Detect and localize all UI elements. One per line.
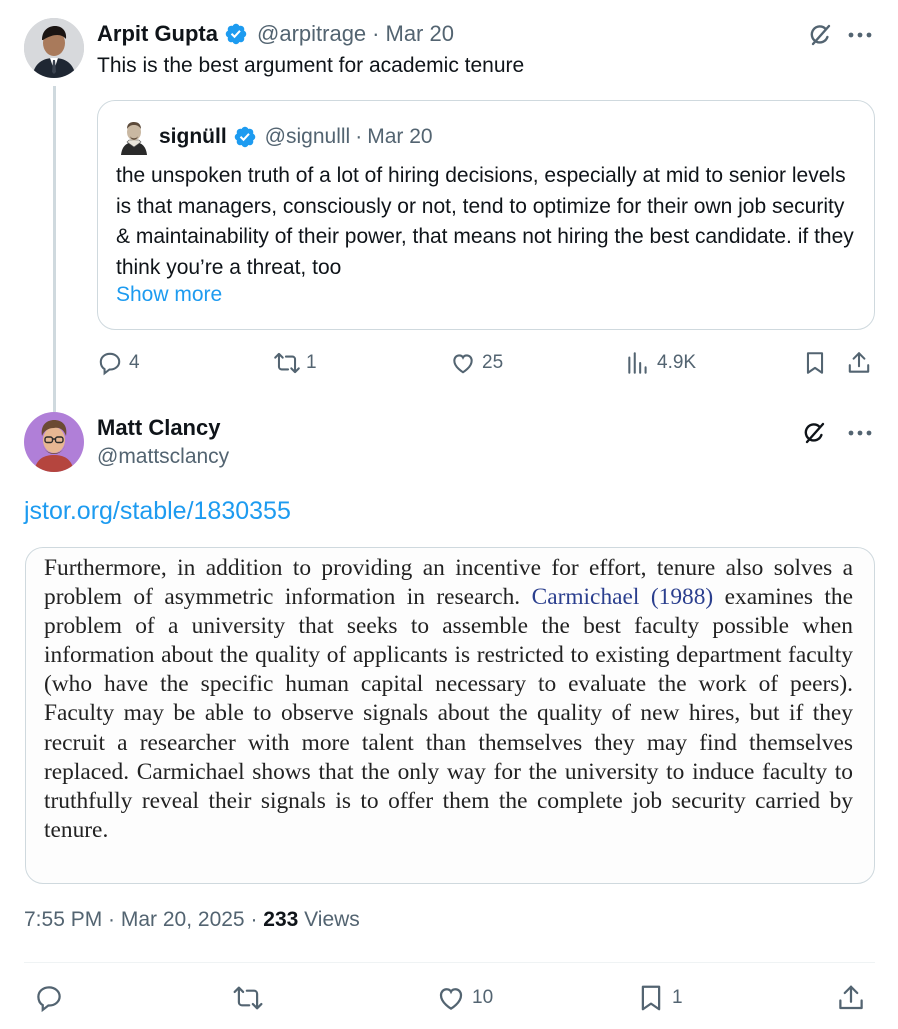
tweet-text: This is the best argument for academic t… <box>97 54 525 77</box>
share-icon <box>839 985 863 1010</box>
views-icon <box>628 352 647 374</box>
author-handle[interactable]: @arpitrage <box>257 21 366 47</box>
quoted-tweet[interactable]: signüll @signulll · Mar 20 the unspoken … <box>97 100 875 330</box>
quote-date[interactable]: Mar 20 <box>367 125 432 149</box>
main-author-name-row: Matt Clancy <box>97 414 220 442</box>
divider <box>24 962 875 963</box>
quote-author-name[interactable]: signüll <box>159 125 227 149</box>
parent-action-bar: 4 1 25 4.9K <box>0 348 898 378</box>
verified-badge-icon <box>224 22 248 46</box>
like-count: 25 <box>482 352 504 373</box>
tweet-timestamp[interactable]: 7:55 PM · Mar 20, 2025 · <box>24 908 263 931</box>
share-icon <box>848 352 870 373</box>
share-button[interactable] <box>846 350 872 376</box>
repost-button[interactable] <box>231 983 265 1013</box>
avatar-arpit[interactable] <box>24 18 84 78</box>
verified-badge-icon <box>233 125 257 149</box>
avatar-signull <box>118 119 150 155</box>
citation-link: Carmichael (1988) <box>531 584 714 611</box>
like-icon <box>453 354 473 374</box>
bookmark-count: 1 <box>672 987 683 1008</box>
show-more-link[interactable]: Show more <box>116 283 222 307</box>
quote-text: the unspoken truth of a lot of hiring de… <box>116 164 854 279</box>
bookmark-icon <box>806 352 824 374</box>
like-count: 10 <box>472 987 494 1008</box>
separator-dot: · <box>372 21 380 46</box>
author-name[interactable]: Matt Clancy <box>97 415 220 441</box>
reply-button[interactable] <box>34 983 64 1013</box>
attached-image[interactable]: Furthermore, in addition to providing an… <box>25 547 875 884</box>
repost-icon <box>274 352 300 374</box>
more-icon[interactable] <box>845 20 875 50</box>
bookmark-button[interactable] <box>802 350 828 376</box>
separator-dot: · <box>355 125 363 148</box>
views-count: 4.9K <box>657 352 697 373</box>
jstor-link[interactable]: jstor.org/stable/1830355 <box>24 497 291 526</box>
reply-count: 4 <box>129 352 140 373</box>
bookmark-button[interactable]: 1 <box>636 983 683 1013</box>
quote-header: signüll @signulll · Mar 20 <box>159 123 433 151</box>
author-handle[interactable]: @mattsclancy <box>97 445 229 469</box>
like-button[interactable]: 10 <box>436 983 493 1013</box>
like-icon <box>439 988 463 1010</box>
repost-icon <box>233 986 263 1010</box>
author-name[interactable]: Arpit Gupta <box>97 21 218 47</box>
main-action-bar: 10 1 <box>0 982 898 1014</box>
parent-header: Arpit Gupta @arpitrage · Mar 20 <box>97 20 454 48</box>
avatar-matt[interactable] <box>24 412 84 472</box>
like-button[interactable]: 25 <box>450 350 503 376</box>
grok-icon[interactable] <box>799 418 829 448</box>
reply-icon <box>37 986 61 1013</box>
repost-button[interactable]: 1 <box>272 350 317 376</box>
views-button[interactable]: 4.9K <box>625 350 696 376</box>
reply-icon <box>99 352 121 376</box>
tweet-date[interactable]: Mar 20 <box>386 21 454 47</box>
grok-icon[interactable] <box>805 20 835 50</box>
views-label: Views <box>298 908 360 931</box>
image-text-part: examines the problem of a university tha… <box>44 584 853 843</box>
repost-count: 1 <box>306 352 317 373</box>
tweet-meta: 7:55 PM · Mar 20, 2025 · 233 Views <box>24 908 360 932</box>
share-button[interactable] <box>836 983 866 1013</box>
image-paper-text: Furthermore, in addition to providing an… <box>44 554 853 845</box>
reply-button[interactable]: 4 <box>97 350 140 376</box>
more-icon[interactable] <box>845 418 875 448</box>
quote-author-handle[interactable]: @signulll <box>265 125 351 149</box>
bookmark-icon <box>641 985 661 1011</box>
views-total: 233 <box>263 908 299 931</box>
